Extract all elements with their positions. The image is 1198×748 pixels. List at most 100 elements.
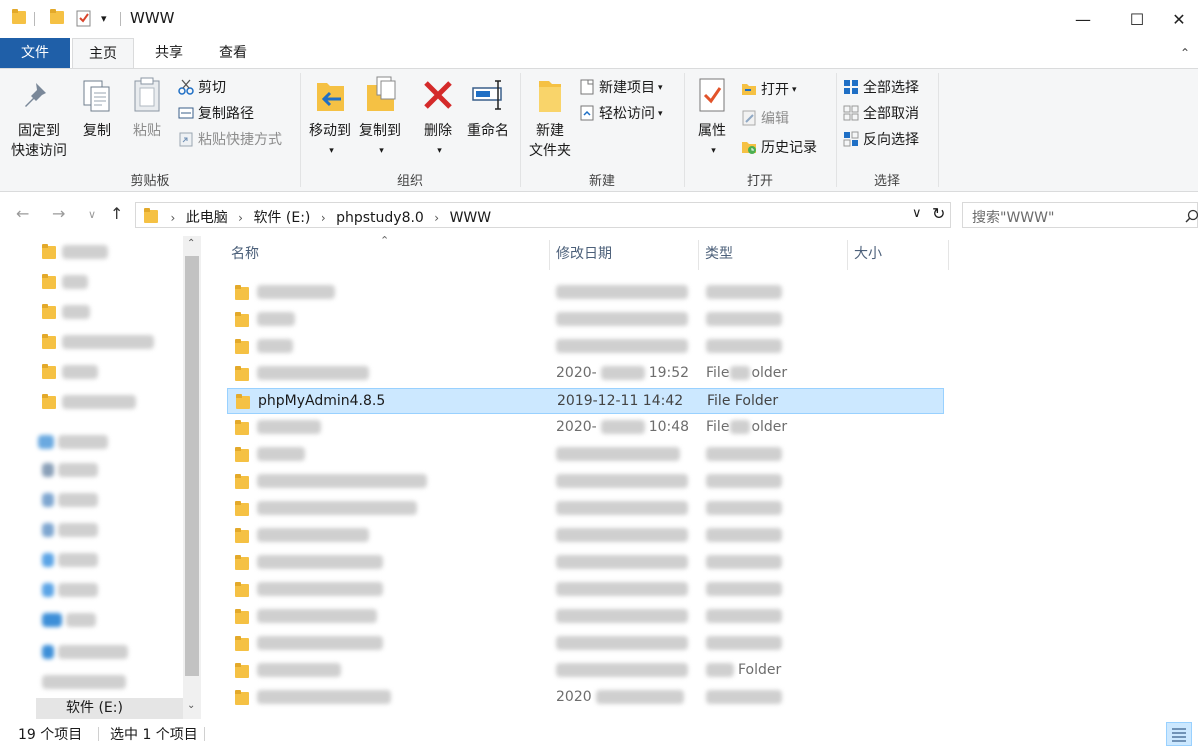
file-row[interactable] [227, 280, 944, 306]
tab-file[interactable]: 文件 [0, 38, 70, 68]
file-row[interactable] [227, 334, 944, 360]
breadcrumb-www[interactable]: WWW [450, 210, 492, 226]
tab-view[interactable]: 查看 [204, 38, 262, 68]
scroll-up-icon[interactable]: ⌃ [187, 238, 195, 249]
minimize-button[interactable]: — [1060, 0, 1106, 38]
address-dropdown-icon[interactable]: ∨ [912, 206, 922, 221]
chevron-right-icon[interactable]: › [170, 211, 175, 225]
breadcrumb-drive[interactable]: 软件 (E:) [253, 210, 310, 226]
open-button[interactable]: 打开 ▾ [741, 79, 797, 101]
file-date [556, 311, 688, 327]
file-name [257, 689, 391, 705]
select-none-button[interactable]: 全部取消 [843, 103, 919, 125]
refresh-icon[interactable]: ↻ [932, 204, 945, 223]
file-row-selected[interactable]: phpMyAdmin4.8.5 2019-12-11 14:42 File Fold… [227, 388, 944, 414]
file-row[interactable] [227, 496, 944, 522]
nav-item[interactable] [42, 552, 182, 574]
file-row[interactable] [227, 523, 944, 549]
properties-button[interactable]: 属性 ▾ [691, 75, 733, 161]
divider[interactable] [948, 240, 949, 270]
scroll-down-icon[interactable]: ⌄ [187, 700, 195, 711]
column-header-type[interactable]: 类型 [699, 236, 847, 272]
edit-button[interactable]: 编辑 [741, 108, 789, 130]
select-all-button[interactable]: 全部选择 [843, 77, 919, 99]
file-row[interactable] [227, 577, 944, 603]
file-row[interactable] [227, 442, 944, 468]
copy-to-button[interactable]: 复制到 ▾ [355, 75, 405, 161]
new-item-button[interactable]: 新建项目 ▾ [579, 77, 663, 99]
nav-item[interactable] [42, 582, 182, 604]
file-row[interactable] [227, 469, 944, 495]
customize-toolbar-icon[interactable]: ▾ [101, 12, 107, 32]
back-arrow-icon[interactable]: ← [16, 204, 29, 223]
breadcrumb-phpstudy[interactable]: phpstudy8.0 [336, 210, 424, 226]
maximize-button[interactable]: ☐ [1114, 0, 1160, 38]
folder-icon [235, 285, 249, 301]
close-button[interactable]: ✕ [1160, 0, 1198, 38]
copy-button[interactable]: 复制 [74, 75, 120, 141]
tab-home[interactable]: 主页 [72, 38, 134, 69]
quick-access-properties-icon[interactable] [76, 9, 92, 29]
cut-button[interactable]: 剪切 [178, 77, 226, 99]
invert-selection-button[interactable]: 反向选择 [843, 129, 919, 151]
delete-button[interactable]: 删除 ▾ [415, 75, 461, 161]
nav-item[interactable] [42, 244, 182, 266]
search-input[interactable]: 搜索"WWW" [962, 202, 1198, 228]
file-date [556, 662, 688, 678]
nav-scrollbar[interactable]: ⌃ ⌄ [183, 236, 201, 719]
file-row[interactable]: 2020- 10:48 File older [227, 415, 944, 441]
nav-item[interactable] [42, 394, 182, 416]
move-to-button[interactable]: 移动到 ▾ [305, 75, 355, 161]
file-date [556, 527, 688, 543]
nav-item[interactable] [42, 674, 182, 696]
nav-item[interactable] [42, 492, 182, 514]
nav-scroll-thumb[interactable] [185, 256, 199, 676]
nav-item[interactable] [42, 274, 182, 296]
nav-item[interactable] [42, 612, 182, 634]
file-type [706, 338, 782, 354]
file-row[interactable]: 2020- 19:52 File older [227, 361, 944, 387]
file-row[interactable] [227, 604, 944, 630]
file-row[interactable]: 2020 [227, 685, 944, 711]
tab-share[interactable]: 共享 [140, 38, 198, 68]
new-folder-button[interactable]: 新建 文件夹 [525, 75, 575, 161]
paste-shortcut-button[interactable]: 粘贴快捷方式 [178, 129, 282, 151]
collapse-ribbon-icon[interactable]: ⌃ [1180, 46, 1190, 60]
search-icon[interactable] [1185, 209, 1198, 223]
file-row[interactable] [227, 307, 944, 333]
chevron-right-icon[interactable]: › [434, 211, 439, 225]
window-title: WWW [130, 9, 175, 27]
forward-arrow-icon[interactable]: → [52, 204, 65, 223]
nav-item[interactable] [42, 462, 182, 484]
nav-item-this-pc[interactable] [38, 434, 178, 456]
breadcrumb-this-pc[interactable]: 此电脑 [186, 210, 228, 226]
nav-item[interactable] [42, 334, 182, 356]
nav-item[interactable] [42, 364, 182, 386]
ribbon-tabs: 文件 主页 共享 查看 ⌃ [0, 38, 1198, 69]
history-button[interactable]: 历史记录 [741, 137, 817, 159]
chevron-right-icon[interactable]: › [238, 211, 243, 225]
column-header-date[interactable]: 修改日期 [550, 236, 698, 272]
folder-icon [235, 312, 249, 328]
file-date [556, 284, 688, 300]
chevron-right-icon[interactable]: › [321, 211, 326, 225]
address-bar[interactable]: › 此电脑 › 软件 (E:) › phpstudy8.0 › WWW ∨ ↻ [135, 202, 951, 228]
recent-locations-chevron-icon[interactable]: ∨ [88, 208, 96, 221]
rename-button[interactable]: 重命名 [463, 75, 513, 141]
column-header-size[interactable]: 大小 [848, 236, 948, 272]
file-row[interactable] [227, 550, 944, 576]
nav-item[interactable] [42, 522, 182, 544]
nav-item[interactable] [42, 304, 182, 326]
file-row[interactable]: Folder [227, 658, 944, 684]
pin-to-quick-access-button[interactable]: 固定到 快速访问 [6, 75, 72, 161]
file-row[interactable] [227, 631, 944, 657]
quick-access-new-folder-icon[interactable] [50, 9, 64, 29]
copy-path-button[interactable]: 复制路径 [178, 103, 254, 125]
nav-item[interactable] [42, 644, 182, 666]
details-view-button[interactable] [1166, 722, 1192, 746]
paste-button[interactable]: 粘贴 [124, 75, 170, 141]
easy-access-button[interactable]: 轻松访问 ▾ [579, 103, 663, 125]
column-header-name[interactable]: 名称 [225, 236, 549, 272]
up-arrow-icon[interactable]: ↑ [110, 204, 123, 223]
nav-item-drive-e[interactable]: 软件 (E:) [36, 698, 184, 719]
